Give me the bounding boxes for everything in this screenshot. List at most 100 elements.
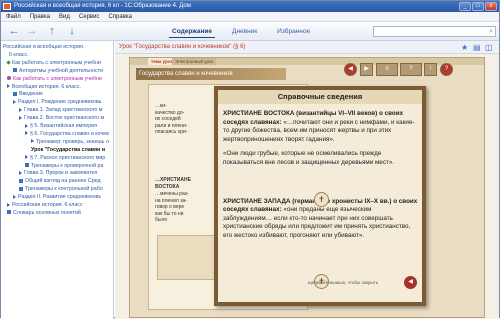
tree-item[interactable]: Тренажеры к контрольной рабо — [19, 186, 103, 193]
expand-arrow-icon — [25, 155, 28, 160]
print-icon[interactable]: ▤ — [473, 43, 481, 52]
tree-item-label: Глава 3. Пророк и завоевател — [24, 170, 98, 177]
tree-item-label: Раздел I. Рождение средневековь — [18, 99, 102, 106]
tree-item-label: § 7. Раскол христианского мир — [30, 154, 106, 161]
menu-help[interactable]: Справка — [108, 12, 132, 21]
tree-item[interactable]: Глава 1. Запад христианского м — [19, 107, 103, 114]
quote-east-2: «Они люди грубые, которые не осмеливалис… — [223, 150, 395, 166]
app-icon — [3, 3, 11, 10]
expand-arrow-icon — [19, 107, 22, 112]
tab-contents[interactable]: Содержание — [169, 26, 216, 38]
tree-item[interactable]: Глава 2. Восток христианского м — [19, 115, 104, 122]
up-arrow-icon[interactable]: ↑ — [45, 24, 59, 38]
tree-item[interactable]: Урок "Государства славян и — [31, 147, 105, 154]
close-popup-button[interactable]: ◀ — [404, 276, 417, 289]
prev-page-button[interactable]: ◀ — [344, 63, 357, 76]
tree-item-label: Как работать с электронным учебни — [13, 75, 102, 82]
tree-item[interactable]: 6 класс. — [9, 52, 29, 59]
tree-item[interactable]: Глава 3. Пророк и завоевател — [19, 170, 97, 177]
reference-popup[interactable]: Справочные сведения ХРИСТИАНЕ ВОСТОКА (в… — [214, 86, 426, 306]
tree-item-label: Алгоритмы учебной деятельности — [19, 67, 104, 74]
maximize-button[interactable]: □ — [472, 2, 484, 11]
page-icon — [19, 178, 23, 183]
tree-item[interactable]: § 5. Византийская империя — [25, 123, 97, 130]
tree-item[interactable]: Общий взгляд на раннее Сред — [19, 178, 101, 185]
lesson-content: тема урока Электронный урок Государства … — [115, 54, 499, 319]
info-icon[interactable]: ! — [424, 63, 437, 76]
tree-item-label: Российская и всеобщая история. — [3, 44, 85, 50]
tree-item-label: Тренажер: проверь, знаешь л — [36, 138, 110, 145]
lesson-header: Урок "Государства славян и кочевников" (… — [115, 41, 499, 54]
menu-edit[interactable]: Правка — [30, 12, 50, 21]
tree-item-label: Введение — [19, 91, 43, 98]
search-input[interactable]: ⌕ — [373, 26, 496, 37]
tree-item-label: Как работать с электронным учебни — [12, 59, 101, 66]
contents-tree: Российская и всеобщая история. 6 класс. Ка… — [1, 41, 114, 319]
next-page-button[interactable]: ▶ — [360, 63, 373, 76]
page-icon — [25, 163, 29, 168]
expand-arrow-icon — [25, 131, 28, 136]
textbook-page: тема урока Электронный урок Государства … — [129, 57, 485, 318]
close-window-button[interactable]: x — [485, 2, 497, 11]
expand-arrow-icon — [13, 194, 16, 199]
tree-item[interactable]: Алгоритмы учебной деятельности — [13, 68, 103, 75]
expand-arrow-icon — [19, 115, 22, 120]
lesson-title: Урок "Государства славян и кочевников" (… — [119, 44, 246, 50]
page-icon — [13, 68, 17, 73]
tree-item[interactable]: Введение — [13, 91, 43, 98]
tab-diary[interactable]: Дневник — [229, 26, 260, 38]
tree-item[interactable]: Раздел II. Развитие средневековь — [13, 194, 101, 201]
scroll-illustration — [157, 235, 217, 280]
tree-item[interactable]: Раздел I. Рождение средневековь — [13, 99, 101, 106]
cross-icon: ✝ — [314, 192, 329, 207]
tree-item[interactable]: Всеобщая история. 6 класс. — [7, 84, 81, 91]
view-tabs: Содержание Дневник Избранное — [169, 26, 313, 38]
tree-item-label: Словарь основных понятий — [13, 209, 81, 216]
window-icon[interactable]: ◫ — [485, 43, 493, 52]
expand-arrow-icon — [19, 170, 22, 175]
tree-item[interactable]: Российская и всеобщая история. — [3, 44, 84, 51]
window-title: Российская и всеобщая история, 6 кл - 1С… — [14, 3, 191, 9]
scroll-menu-icon[interactable]: ≡ — [376, 63, 398, 76]
forward-arrow-icon[interactable]: → — [25, 24, 39, 38]
tab-favorites[interactable]: Избранное — [274, 26, 313, 38]
tab-electronic-lesson[interactable]: Электронный урок — [172, 58, 217, 65]
down-arrow-icon[interactable]: ↓ — [65, 24, 79, 38]
tree-item[interactable]: Российская история. 6 класс — [7, 202, 83, 209]
page-icon — [19, 186, 23, 191]
tree-item[interactable]: Тренажер: проверь, знаешь л — [31, 139, 109, 146]
back-arrow-icon[interactable]: ← — [7, 24, 21, 38]
expand-arrow-icon — [7, 202, 10, 207]
tree-item[interactable]: Тренажеры к проверочной ра — [25, 163, 103, 170]
topic-icon — [6, 60, 11, 65]
menu-service[interactable]: Сервис — [79, 12, 100, 21]
page-icon — [7, 210, 11, 215]
expand-arrow-icon — [13, 99, 16, 104]
star-icon[interactable]: ★ — [461, 43, 468, 52]
bullet-icon — [7, 76, 11, 81]
scroll-help-icon[interactable]: ? — [400, 63, 422, 76]
help-icon[interactable]: ? — [440, 63, 453, 76]
title-bar: Российская и всеобщая история, 6 кл - 1С… — [1, 1, 499, 12]
tree-item[interactable]: § 6. Государства славян и кочев — [25, 131, 109, 138]
section-title: Государства славян и кочевников — [136, 68, 286, 80]
menu-file[interactable]: Файл — [6, 12, 21, 21]
tree-item-label: Российская история. 6 класс — [12, 202, 83, 208]
menu-bar: Файл Правка Вид Сервис Справка — [1, 12, 499, 22]
tree-item[interactable]: Как работать с электронным учебни — [6, 59, 101, 67]
tree-item-label: Общий взгляд на раннее Сред — [25, 178, 101, 185]
popup-body: ХРИСТИАНЕ ВОСТОКА (византийцы VI–VII век… — [223, 110, 419, 247]
tree-item-label: Тренажеры к контрольной рабо — [25, 186, 103, 193]
menu-view[interactable]: Вид — [59, 12, 70, 21]
search-icon[interactable]: ⌕ — [489, 27, 493, 36]
tree-item-label: Глава 1. Запад христианского м — [24, 107, 103, 114]
expand-arrow-icon — [7, 84, 10, 89]
tree-item[interactable]: § 7. Раскол христианского мир — [25, 155, 105, 162]
tree-item[interactable]: Словарь основных понятий — [7, 210, 81, 217]
tree-item-label: Глава 2. Восток христианского м — [24, 115, 105, 122]
tree-item-label: § 6. Государства славян и кочев — [30, 130, 109, 137]
tree-item[interactable]: Как работать с электронным учебни — [7, 76, 102, 83]
minimize-button[interactable]: _ — [459, 2, 471, 11]
tree-item-label: § 5. Византийская империя — [30, 123, 97, 129]
toolbar: ← → ↑ ↓ Содержание Дневник Избранное ⌕ — [1, 22, 499, 41]
